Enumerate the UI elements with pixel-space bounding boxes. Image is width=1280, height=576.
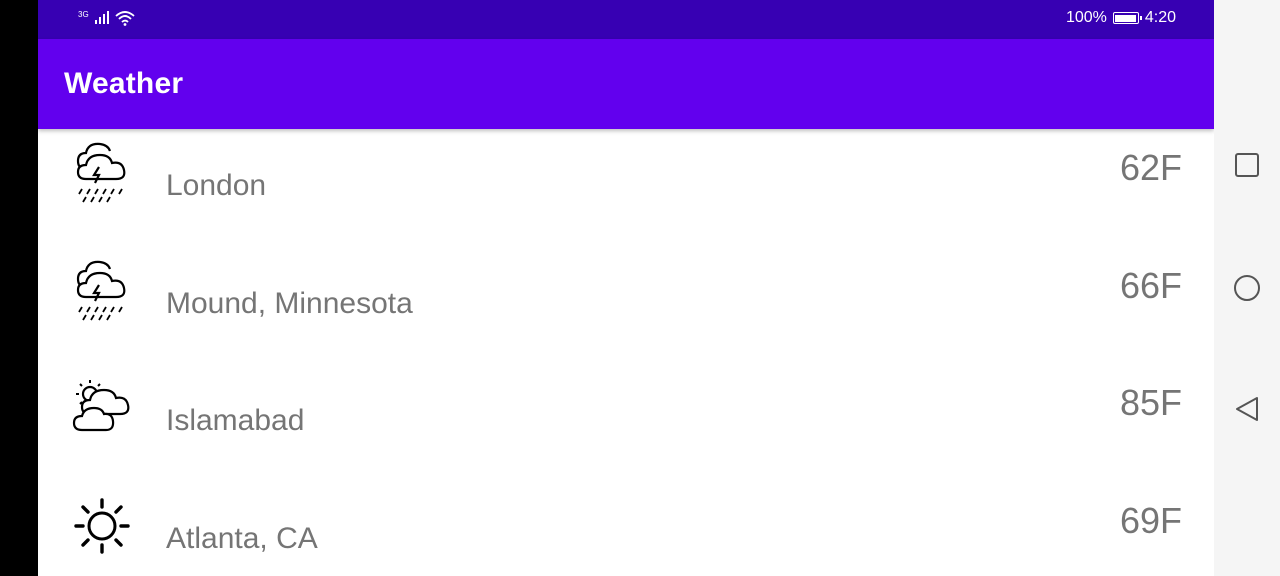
- back-button[interactable]: [1232, 394, 1262, 424]
- sunny-icon: [66, 490, 138, 562]
- temperature: 66F: [1119, 264, 1182, 306]
- city-name: Atlanta, CA: [166, 521, 318, 555]
- temperature: 85F: [1119, 382, 1182, 423]
- wifi-icon: [115, 10, 135, 31]
- network-type-label: 3G: [78, 10, 89, 19]
- triangle-back-icon: [1236, 397, 1258, 421]
- square-icon: [1235, 153, 1259, 177]
- partly-cloudy-icon: [66, 372, 138, 444]
- city-name: London: [166, 169, 267, 202]
- battery-percent: 100%: [1065, 9, 1107, 26]
- list-item-islamabad[interactable]: Islamabad 85F: [38, 364, 1214, 482]
- list-item-london[interactable]: London 62F: [38, 129, 1214, 247]
- list-item-atlanta-ca[interactable]: Atlanta, CA 69F: [38, 482, 1214, 576]
- status-right: 100% 4:20: [1066, 9, 1176, 27]
- status-bar: 3G 100% 4:20: [38, 0, 1214, 39]
- navigation-bar: [1214, 0, 1280, 576]
- city-name: Islamabad: [166, 404, 305, 437]
- app-window: 3G 100% 4:20 Weather London 62F Mound, M…: [38, 0, 1214, 576]
- recents-button[interactable]: [1232, 150, 1262, 180]
- home-button[interactable]: [1232, 273, 1262, 303]
- temperature: 62F: [1119, 147, 1182, 188]
- thunderstorm-icon: [66, 137, 138, 209]
- weather-list: London 62F Mound, Minnesota 66F Islamaba…: [38, 129, 1214, 576]
- battery-icon: [1112, 12, 1142, 24]
- status-left: 3G: [78, 10, 135, 30]
- list-item-mound-minnesota[interactable]: Mound, Minnesota 66F: [38, 247, 1214, 365]
- temperature: 69F: [1119, 499, 1182, 541]
- page-title: Weather: [64, 67, 184, 100]
- left-bezel: [0, 0, 38, 576]
- app-bar: Weather: [38, 39, 1214, 129]
- clock: 4:20: [1144, 9, 1176, 26]
- thunderstorm-icon: [66, 255, 138, 327]
- city-name: Mound, Minnesota: [166, 286, 413, 320]
- signal-icon: [94, 10, 109, 29]
- circle-icon: [1234, 275, 1260, 301]
